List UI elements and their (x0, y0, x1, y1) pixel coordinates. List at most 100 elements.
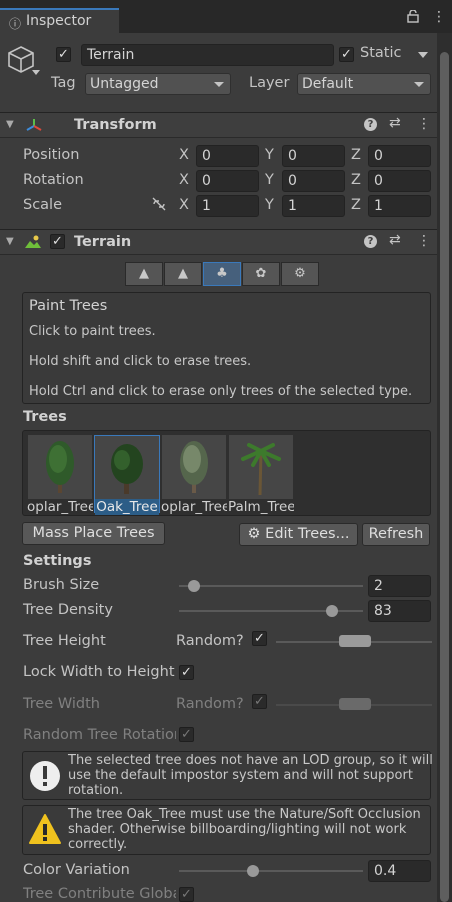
tab-inspector[interactable]: ⓘ Inspector (0, 8, 119, 33)
axis-y-label: Y (265, 172, 274, 188)
color-variation-field[interactable]: 0.4 (368, 860, 431, 882)
scale-y-field[interactable]: 1 (282, 195, 345, 217)
position-z-field[interactable]: 0 (368, 145, 431, 167)
active-checkbox[interactable]: ✓ (56, 47, 71, 62)
help-icon[interactable]: ? (364, 235, 377, 248)
color-variation-slider-track[interactable] (179, 870, 363, 872)
edit-trees-button[interactable]: ⚙ Edit Trees... (239, 523, 358, 546)
brush-size-field[interactable]: 2 (368, 575, 431, 597)
scrollbar-thumb[interactable] (440, 52, 449, 902)
scale-x-field[interactable]: 1 (196, 195, 259, 217)
layer-label: Layer (249, 75, 290, 91)
rotation-y-field[interactable]: 0 (282, 170, 345, 192)
rotation-label: Rotation (23, 172, 84, 188)
tool-paint-terrain[interactable]: ▲ (164, 262, 202, 286)
axis-z-label: Z (351, 197, 361, 213)
lod-warning-line-1: The selected tree does not have an LOD g… (68, 753, 433, 768)
info-icon: ⓘ (9, 17, 22, 31)
shader-warning-line-3: correctly. (68, 837, 128, 852)
tab-title: Inspector (26, 13, 92, 29)
info-line-1: Click to paint trees. (29, 324, 156, 339)
constrain-proportions-icon[interactable] (151, 197, 167, 215)
tool-create-neighbor[interactable]: ▲ (125, 262, 163, 286)
tool-paint-details[interactable]: ✿ (242, 262, 280, 286)
terrain-header[interactable]: ▼ ✓ Terrain ? ⇄ ⋮ (0, 229, 437, 255)
random-rotation-label: Random Tree Rotation (23, 727, 176, 743)
tree-height-range-handle[interactable] (339, 635, 371, 647)
transform-header[interactable]: ▼ Transform ? ⇄ ⋮ (0, 112, 437, 138)
component-menu-icon[interactable]: ⋮ (417, 233, 431, 249)
tree-thumbnail[interactable]: oplar_Tree (27, 435, 93, 515)
trees-section-label: Trees (23, 409, 67, 425)
presets-icon[interactable]: ⇄ (389, 232, 401, 248)
gear-icon: ⚙ (247, 526, 261, 542)
tree-height-random-checkbox[interactable]: ✓ (252, 631, 267, 646)
position-x-field[interactable]: 0 (196, 145, 259, 167)
tree-thumbnail[interactable]: Palm_Tree (228, 435, 294, 515)
tool-terrain-settings[interactable]: ⚙ (281, 262, 319, 286)
tree-width-row: Tree Width Random? ✓ (0, 693, 437, 717)
component-menu-icon[interactable]: ⋮ (417, 116, 431, 132)
help-icon[interactable]: ? (364, 118, 377, 131)
poplar-tree-preview (28, 435, 92, 499)
color-variation-slider-knob[interactable] (246, 865, 259, 877)
icon-dropdown-caret[interactable] (32, 70, 40, 75)
static-dropdown-caret[interactable] (418, 52, 428, 58)
object-name-field[interactable]: Terrain (81, 44, 334, 66)
scale-z-field[interactable]: 1 (368, 195, 431, 217)
paint-details-icon: ✿ (255, 266, 267, 281)
terrain-tool-toolbar: ▲ ▲ ♣ ✿ ⚙ (125, 262, 322, 288)
more-menu-icon[interactable]: ⋮ (432, 9, 446, 25)
shader-warning-line-1: The tree Oak_Tree must use the Nature/So… (68, 807, 421, 822)
tree-density-slider-knob[interactable] (325, 605, 338, 617)
tree-density-field[interactable]: 83 (368, 600, 431, 622)
rotation-x-field[interactable]: 0 (196, 170, 259, 192)
transform-row-position: Position X 0 Y 0 Z 0 (0, 143, 437, 168)
tree-label: Oak_Tree (95, 499, 159, 515)
terrain-enabled-checkbox[interactable]: ✓ (50, 234, 65, 249)
axis-x-label: X (179, 147, 189, 163)
axis-y-label: Y (265, 147, 274, 163)
tree-density-row: Tree Density 83 (0, 599, 437, 623)
brush-size-slider-track[interactable] (179, 585, 363, 587)
layer-dropdown[interactable]: Default (297, 73, 431, 95)
lock-width-label: Lock Width to Height (23, 664, 175, 680)
foldout-arrow-icon[interactable]: ▼ (6, 236, 14, 247)
random-rotation-checkbox: ✓ (179, 727, 194, 742)
edit-trees-label: Edit Trees... (265, 526, 350, 542)
static-checkbox[interactable]: ✓ (339, 47, 354, 62)
tree-height-random-label: Random? (176, 633, 244, 649)
mass-place-trees-button[interactable]: Mass Place Trees (22, 522, 165, 545)
axis-x-label: X (179, 172, 189, 188)
brush-size-row: Brush Size 2 (0, 574, 437, 598)
lock-icon[interactable] (407, 9, 419, 27)
contribute-gi-label: Tree Contribute Global Illumination (23, 886, 176, 902)
lod-info-helpbox: The selected tree does not have an LOD g… (22, 751, 433, 800)
transform-row-scale: Scale X 1 Y 1 Z 1 (0, 193, 437, 218)
paint-texture-icon: ▲ (178, 266, 188, 281)
position-y-field[interactable]: 0 (282, 145, 345, 167)
presets-icon[interactable]: ⇄ (389, 115, 401, 131)
brush-size-slider-knob[interactable] (187, 580, 200, 592)
tag-label: Tag (51, 75, 76, 91)
axis-y-label: Y (265, 197, 274, 213)
tree-height-label: Tree Height (23, 633, 106, 649)
lock-width-checkbox[interactable]: ✓ (179, 665, 194, 680)
tree-palette: oplar_Tree Oak_Tree oplar_Tree Palm_Tree (22, 430, 431, 516)
settings-section-label: Settings (23, 553, 92, 569)
color-variation-label: Color Variation (23, 862, 130, 878)
info-line-2: Hold shift and click to erase trees. (29, 354, 252, 369)
foldout-arrow-icon[interactable]: ▼ (6, 119, 14, 130)
tree-thumbnail-selected[interactable]: Oak_Tree (94, 435, 160, 515)
lod-warning-line-3: rotation. (68, 783, 124, 798)
static-label: Static (360, 45, 402, 61)
terrain-settings-icon: ⚙ (294, 266, 306, 281)
tree-thumbnail[interactable]: oplar_Tree (161, 435, 227, 515)
tag-dropdown[interactable]: Untagged (85, 73, 231, 95)
tree-width-random-checkbox: ✓ (252, 694, 267, 709)
tool-paint-trees[interactable]: ♣ (203, 262, 241, 286)
poplar-tree-pale-preview (162, 435, 226, 499)
rotation-z-field[interactable]: 0 (368, 170, 431, 192)
lock-width-row: Lock Width to Height ✓ (0, 661, 437, 685)
refresh-button[interactable]: Refresh (362, 523, 430, 546)
